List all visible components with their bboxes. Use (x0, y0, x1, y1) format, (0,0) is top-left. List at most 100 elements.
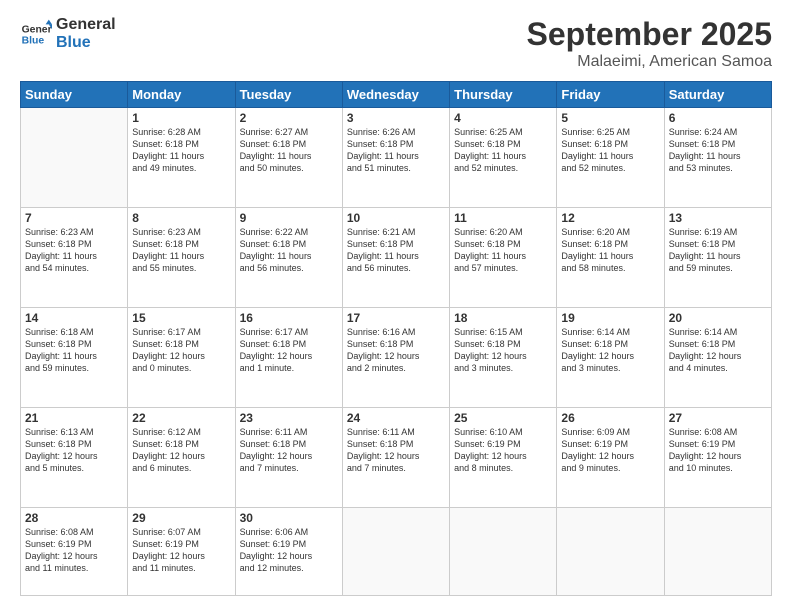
day-number: 28 (25, 511, 123, 525)
calendar-cell: 5Sunrise: 6:25 AM Sunset: 6:18 PM Daylig… (557, 108, 664, 208)
calendar-cell: 6Sunrise: 6:24 AM Sunset: 6:18 PM Daylig… (664, 108, 771, 208)
logo-general: General (56, 16, 116, 34)
cell-content: Sunrise: 6:13 AM Sunset: 6:18 PM Dayligh… (25, 426, 123, 475)
cell-content: Sunrise: 6:17 AM Sunset: 6:18 PM Dayligh… (240, 326, 338, 375)
logo-blue: Blue (56, 34, 116, 52)
svg-text:General: General (22, 24, 52, 35)
calendar-cell: 12Sunrise: 6:20 AM Sunset: 6:18 PM Dayli… (557, 207, 664, 307)
day-number: 16 (240, 311, 338, 325)
page: General Blue General Blue September 2025… (0, 0, 792, 612)
calendar-cell: 28Sunrise: 6:08 AM Sunset: 6:19 PM Dayli… (21, 507, 128, 595)
day-number: 30 (240, 511, 338, 525)
day-number: 10 (347, 211, 445, 225)
cell-content: Sunrise: 6:06 AM Sunset: 6:19 PM Dayligh… (240, 526, 338, 575)
day-number: 24 (347, 411, 445, 425)
calendar-cell: 8Sunrise: 6:23 AM Sunset: 6:18 PM Daylig… (128, 207, 235, 307)
week-row-4: 28Sunrise: 6:08 AM Sunset: 6:19 PM Dayli… (21, 507, 772, 595)
day-number: 13 (669, 211, 767, 225)
day-number: 14 (25, 311, 123, 325)
day-number: 17 (347, 311, 445, 325)
header: General Blue General Blue September 2025… (20, 16, 772, 71)
cell-content: Sunrise: 6:10 AM Sunset: 6:19 PM Dayligh… (454, 426, 552, 475)
cell-content: Sunrise: 6:14 AM Sunset: 6:18 PM Dayligh… (561, 326, 659, 375)
month-title: September 2025 (527, 16, 772, 53)
day-number: 9 (240, 211, 338, 225)
day-number: 18 (454, 311, 552, 325)
cell-content: Sunrise: 6:14 AM Sunset: 6:18 PM Dayligh… (669, 326, 767, 375)
cell-content: Sunrise: 6:20 AM Sunset: 6:18 PM Dayligh… (454, 226, 552, 275)
week-row-3: 21Sunrise: 6:13 AM Sunset: 6:18 PM Dayli… (21, 407, 772, 507)
calendar-cell: 9Sunrise: 6:22 AM Sunset: 6:18 PM Daylig… (235, 207, 342, 307)
week-row-0: 1Sunrise: 6:28 AM Sunset: 6:18 PM Daylig… (21, 108, 772, 208)
cell-content: Sunrise: 6:15 AM Sunset: 6:18 PM Dayligh… (454, 326, 552, 375)
cell-content: Sunrise: 6:18 AM Sunset: 6:18 PM Dayligh… (25, 326, 123, 375)
calendar-cell: 15Sunrise: 6:17 AM Sunset: 6:18 PM Dayli… (128, 307, 235, 407)
day-number: 19 (561, 311, 659, 325)
calendar-cell (342, 507, 449, 595)
weekday-header-sunday: Sunday (21, 82, 128, 108)
calendar-cell: 26Sunrise: 6:09 AM Sunset: 6:19 PM Dayli… (557, 407, 664, 507)
weekday-header-friday: Friday (557, 82, 664, 108)
weekday-header-thursday: Thursday (450, 82, 557, 108)
cell-content: Sunrise: 6:16 AM Sunset: 6:18 PM Dayligh… (347, 326, 445, 375)
weekday-header-wednesday: Wednesday (342, 82, 449, 108)
cell-content: Sunrise: 6:09 AM Sunset: 6:19 PM Dayligh… (561, 426, 659, 475)
cell-content: Sunrise: 6:11 AM Sunset: 6:18 PM Dayligh… (240, 426, 338, 475)
day-number: 25 (454, 411, 552, 425)
calendar-cell: 18Sunrise: 6:15 AM Sunset: 6:18 PM Dayli… (450, 307, 557, 407)
calendar-cell (664, 507, 771, 595)
location-title: Malaeimi, American Samoa (527, 53, 772, 71)
calendar-cell: 4Sunrise: 6:25 AM Sunset: 6:18 PM Daylig… (450, 108, 557, 208)
day-number: 1 (132, 111, 230, 125)
calendar-table: SundayMondayTuesdayWednesdayThursdayFrid… (20, 81, 772, 596)
title-block: September 2025 Malaeimi, American Samoa (527, 16, 772, 71)
weekday-header-saturday: Saturday (664, 82, 771, 108)
cell-content: Sunrise: 6:07 AM Sunset: 6:19 PM Dayligh… (132, 526, 230, 575)
cell-content: Sunrise: 6:26 AM Sunset: 6:18 PM Dayligh… (347, 126, 445, 175)
cell-content: Sunrise: 6:17 AM Sunset: 6:18 PM Dayligh… (132, 326, 230, 375)
cell-content: Sunrise: 6:25 AM Sunset: 6:18 PM Dayligh… (454, 126, 552, 175)
day-number: 8 (132, 211, 230, 225)
day-number: 22 (132, 411, 230, 425)
weekday-header-tuesday: Tuesday (235, 82, 342, 108)
cell-content: Sunrise: 6:11 AM Sunset: 6:18 PM Dayligh… (347, 426, 445, 475)
cell-content: Sunrise: 6:19 AM Sunset: 6:18 PM Dayligh… (669, 226, 767, 275)
calendar-cell: 3Sunrise: 6:26 AM Sunset: 6:18 PM Daylig… (342, 108, 449, 208)
calendar-cell: 13Sunrise: 6:19 AM Sunset: 6:18 PM Dayli… (664, 207, 771, 307)
calendar-cell: 29Sunrise: 6:07 AM Sunset: 6:19 PM Dayli… (128, 507, 235, 595)
day-number: 3 (347, 111, 445, 125)
week-row-1: 7Sunrise: 6:23 AM Sunset: 6:18 PM Daylig… (21, 207, 772, 307)
calendar-cell: 1Sunrise: 6:28 AM Sunset: 6:18 PM Daylig… (128, 108, 235, 208)
calendar-cell: 14Sunrise: 6:18 AM Sunset: 6:18 PM Dayli… (21, 307, 128, 407)
cell-content: Sunrise: 6:23 AM Sunset: 6:18 PM Dayligh… (25, 226, 123, 275)
cell-content: Sunrise: 6:25 AM Sunset: 6:18 PM Dayligh… (561, 126, 659, 175)
logo-icon: General Blue (20, 18, 52, 50)
cell-content: Sunrise: 6:23 AM Sunset: 6:18 PM Dayligh… (132, 226, 230, 275)
week-row-2: 14Sunrise: 6:18 AM Sunset: 6:18 PM Dayli… (21, 307, 772, 407)
cell-content: Sunrise: 6:24 AM Sunset: 6:18 PM Dayligh… (669, 126, 767, 175)
calendar-cell: 17Sunrise: 6:16 AM Sunset: 6:18 PM Dayli… (342, 307, 449, 407)
calendar-cell: 21Sunrise: 6:13 AM Sunset: 6:18 PM Dayli… (21, 407, 128, 507)
cell-content: Sunrise: 6:21 AM Sunset: 6:18 PM Dayligh… (347, 226, 445, 275)
calendar-cell: 10Sunrise: 6:21 AM Sunset: 6:18 PM Dayli… (342, 207, 449, 307)
day-number: 7 (25, 211, 123, 225)
day-number: 12 (561, 211, 659, 225)
day-number: 11 (454, 211, 552, 225)
cell-content: Sunrise: 6:12 AM Sunset: 6:18 PM Dayligh… (132, 426, 230, 475)
weekday-header-monday: Monday (128, 82, 235, 108)
calendar-cell: 23Sunrise: 6:11 AM Sunset: 6:18 PM Dayli… (235, 407, 342, 507)
calendar-cell: 2Sunrise: 6:27 AM Sunset: 6:18 PM Daylig… (235, 108, 342, 208)
calendar-cell: 19Sunrise: 6:14 AM Sunset: 6:18 PM Dayli… (557, 307, 664, 407)
calendar-cell: 24Sunrise: 6:11 AM Sunset: 6:18 PM Dayli… (342, 407, 449, 507)
calendar-cell: 7Sunrise: 6:23 AM Sunset: 6:18 PM Daylig… (21, 207, 128, 307)
calendar-cell: 16Sunrise: 6:17 AM Sunset: 6:18 PM Dayli… (235, 307, 342, 407)
calendar-cell: 20Sunrise: 6:14 AM Sunset: 6:18 PM Dayli… (664, 307, 771, 407)
cell-content: Sunrise: 6:28 AM Sunset: 6:18 PM Dayligh… (132, 126, 230, 175)
svg-text:Blue: Blue (22, 35, 45, 46)
cell-content: Sunrise: 6:08 AM Sunset: 6:19 PM Dayligh… (669, 426, 767, 475)
day-number: 23 (240, 411, 338, 425)
day-number: 21 (25, 411, 123, 425)
day-number: 4 (454, 111, 552, 125)
day-number: 29 (132, 511, 230, 525)
calendar-cell (450, 507, 557, 595)
